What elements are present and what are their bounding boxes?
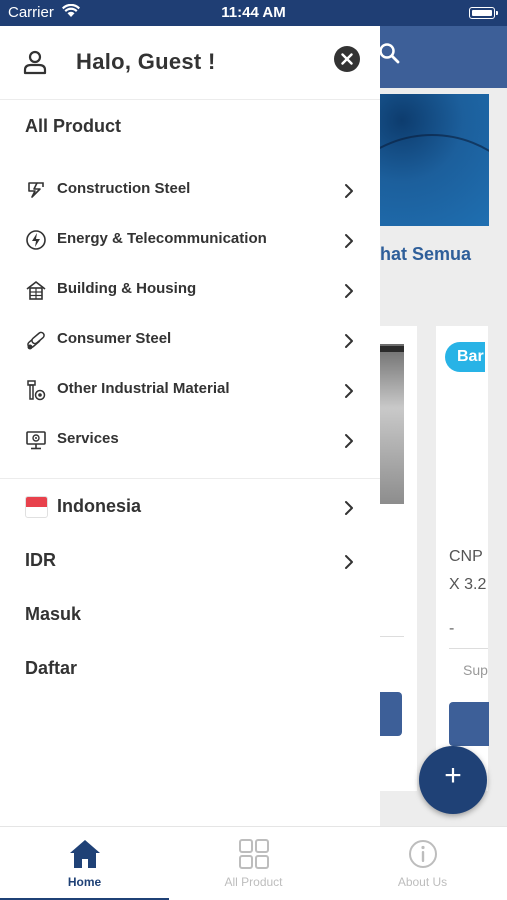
card-divider bbox=[449, 648, 488, 649]
category-label: Services bbox=[57, 430, 119, 447]
add-to-cart-button[interactable] bbox=[449, 702, 489, 746]
indonesia-flag-icon bbox=[25, 496, 48, 518]
tab-all-product[interactable]: All Product bbox=[169, 827, 338, 900]
category-label: Construction Steel bbox=[57, 180, 191, 197]
battery-icon bbox=[469, 7, 498, 19]
clock: 11:44 AM bbox=[221, 4, 286, 21]
new-badge: Bar bbox=[445, 342, 485, 372]
industrial-material-icon bbox=[27, 380, 46, 401]
product-image bbox=[380, 344, 404, 504]
tab-label: About Us bbox=[397, 875, 448, 889]
search-icon[interactable] bbox=[378, 42, 400, 64]
plus-icon: + bbox=[444, 759, 462, 792]
add-to-cart-button[interactable] bbox=[380, 692, 402, 736]
bottom-tab-bar: Home All Product About Us bbox=[0, 826, 507, 900]
language-label: Indonesia bbox=[57, 496, 142, 516]
category-consumer-steel[interactable]: Consumer Steel bbox=[0, 321, 380, 361]
drawer-divider bbox=[0, 478, 380, 479]
greeting-text: Halo, Guest ! bbox=[76, 49, 216, 74]
category-energy-telecommunication[interactable]: Energy & Telecommunication bbox=[0, 221, 380, 261]
category-label: Other Industrial Material bbox=[57, 380, 230, 397]
chevron-right-icon bbox=[345, 284, 353, 298]
consumer-steel-icon bbox=[27, 331, 45, 350]
category-other-industrial-material[interactable]: Other Industrial Material bbox=[0, 371, 380, 411]
home-icon bbox=[70, 840, 100, 868]
chevron-right-icon bbox=[345, 501, 353, 515]
chevron-right-icon bbox=[345, 434, 353, 448]
tab-label: All Product bbox=[224, 875, 283, 889]
product-name-line2: X 3.2 bbox=[449, 576, 487, 593]
chevron-right-icon bbox=[345, 334, 353, 348]
see-all-link[interactable]: hat Semua bbox=[380, 244, 471, 265]
promo-banner[interactable] bbox=[380, 94, 489, 226]
tab-home[interactable]: Home bbox=[0, 827, 169, 900]
chevron-right-icon bbox=[345, 184, 353, 198]
chevron-right-icon bbox=[345, 555, 353, 569]
currency-selector[interactable]: IDR bbox=[0, 546, 380, 586]
product-price: - bbox=[449, 620, 455, 637]
tab-about-us[interactable]: About Us bbox=[338, 827, 507, 900]
language-selector[interactable]: Indonesia bbox=[0, 492, 380, 532]
all-product-link[interactable]: All Product bbox=[25, 116, 121, 137]
info-icon bbox=[409, 840, 437, 868]
card-divider bbox=[380, 636, 404, 637]
category-label: Consumer Steel bbox=[57, 330, 172, 347]
close-icon bbox=[341, 53, 353, 65]
add-fab-button[interactable]: + bbox=[419, 746, 487, 814]
tab-label: Home bbox=[67, 875, 102, 889]
chevron-right-icon bbox=[345, 234, 353, 248]
category-label: Energy & Telecommunication bbox=[57, 230, 267, 247]
category-building-housing[interactable]: Building & Housing bbox=[0, 271, 380, 311]
chevron-right-icon bbox=[345, 384, 353, 398]
register-link[interactable]: Daftar bbox=[0, 654, 380, 694]
category-services[interactable]: Services bbox=[0, 421, 380, 461]
currency-label: IDR bbox=[25, 550, 56, 570]
construction-steel-icon bbox=[28, 182, 44, 198]
energy-icon bbox=[26, 230, 46, 250]
side-drawer: Halo, Guest ! All Product Construction S… bbox=[0, 26, 380, 826]
supplier-label: Sup bbox=[463, 662, 488, 678]
status-bar: Carrier 11:44 AM bbox=[0, 0, 507, 26]
login-label: Masuk bbox=[25, 604, 82, 624]
category-construction-steel[interactable]: Construction Steel bbox=[0, 171, 380, 211]
close-drawer-button[interactable] bbox=[334, 46, 360, 72]
register-label: Daftar bbox=[25, 658, 78, 678]
services-icon bbox=[26, 431, 46, 450]
login-link[interactable]: Masuk bbox=[0, 600, 380, 640]
product-name-line1: CNP bbox=[449, 548, 483, 565]
grid-icon bbox=[239, 839, 269, 869]
user-icon bbox=[23, 50, 47, 75]
category-label: Building & Housing bbox=[57, 280, 197, 297]
drawer-header: Halo, Guest ! bbox=[0, 26, 380, 100]
building-icon bbox=[26, 281, 46, 300]
